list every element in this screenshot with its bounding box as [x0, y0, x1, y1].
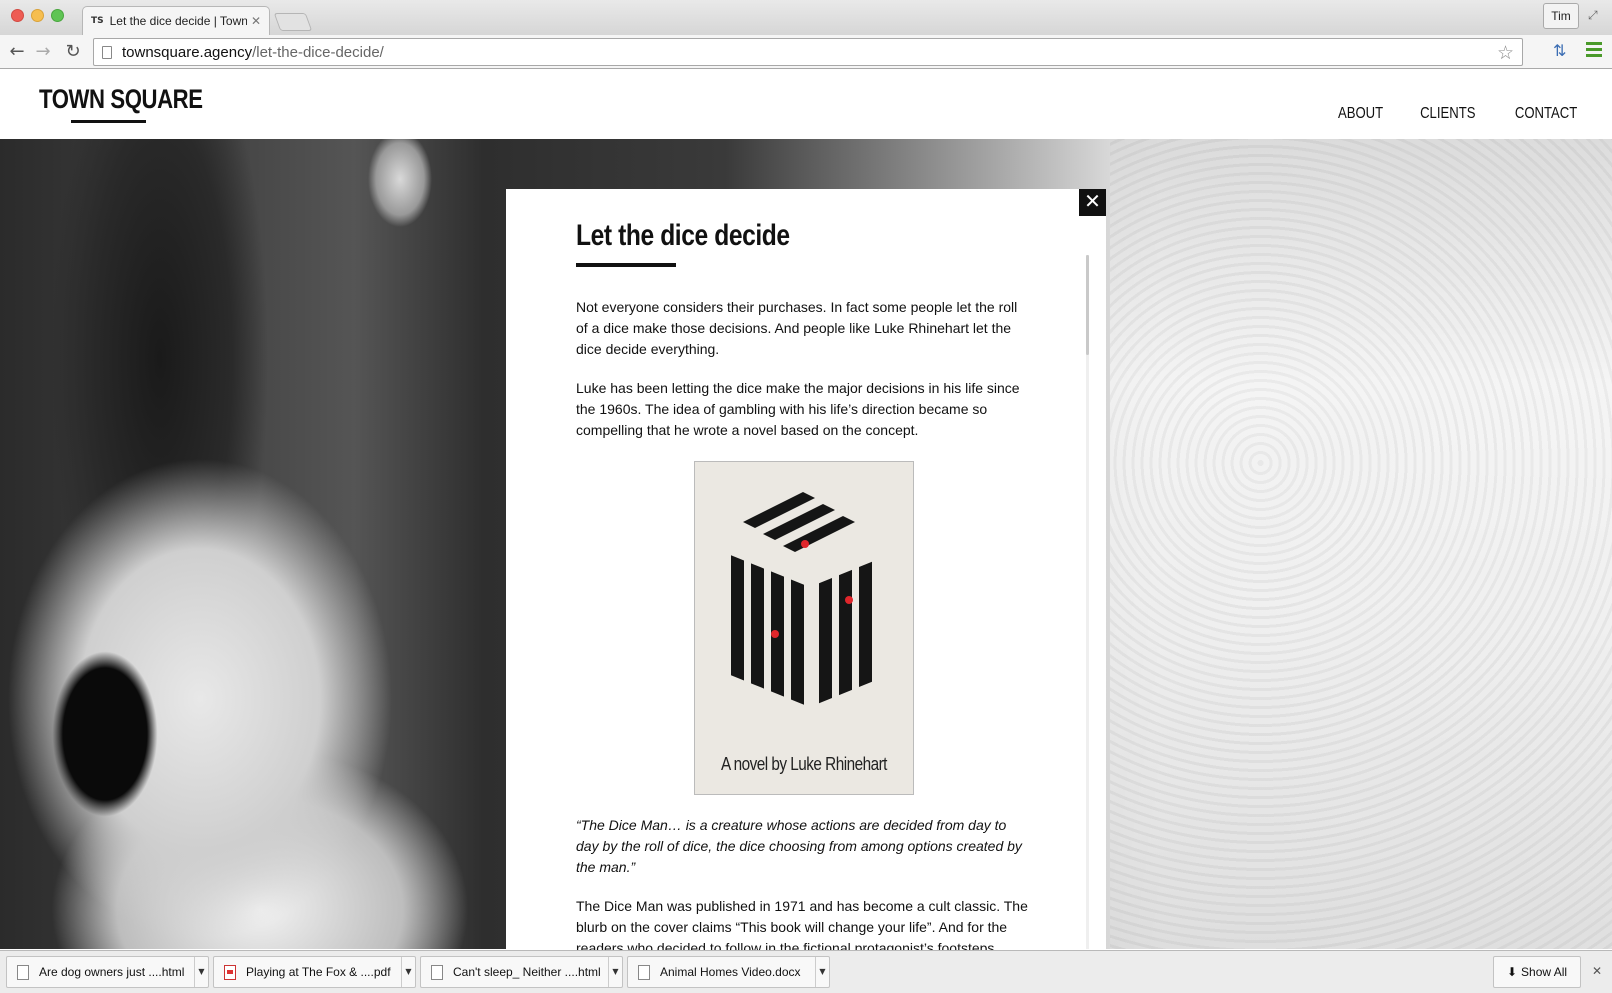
download-item[interactable]: Playing at The Fox & ....pdf ▼	[213, 956, 416, 988]
logo-underline	[71, 120, 146, 123]
book-cover-image: A novel by Luke Rhinehart	[693, 461, 914, 795]
url-host: townsquare.agency	[122, 43, 253, 61]
dice-pip	[844, 596, 853, 604]
url-path: /let-the-dice-decide/	[252, 43, 384, 61]
download-filename: Animal Homes Video.docx	[660, 965, 801, 979]
download-filename: Playing at The Fox & ....pdf	[246, 965, 391, 979]
browser-toolbar: ← → ↻ townsquare.agency/let-the-dice-dec…	[0, 35, 1612, 69]
close-downloads-icon[interactable]: ✕	[1592, 964, 1602, 978]
chevron-down-icon[interactable]: ▼	[194, 957, 208, 987]
hero-texture	[1110, 139, 1612, 949]
download-filename: Can't sleep_ Neither ....html	[453, 965, 601, 979]
tab-close-icon[interactable]: ✕	[251, 14, 261, 28]
article-title: Let the dice decide	[576, 219, 790, 252]
back-arrow-icon[interactable]: ←	[6, 41, 28, 62]
show-all-downloads-button[interactable]: ⬇ Show All	[1493, 956, 1581, 988]
site-favicon-icon: TS	[91, 16, 104, 26]
article-quote: “The Dice Man… is a creature whose actio…	[576, 817, 1022, 875]
download-item[interactable]: Are dog owners just ....html ▼	[6, 956, 209, 988]
profile-button[interactable]: Tim	[1543, 3, 1579, 29]
article-content: Let the dice decide Not everyone conside…	[576, 219, 1031, 959]
site-logo[interactable]: TOWN SQUARE	[39, 84, 203, 115]
download-filename: Are dog owners just ....html	[39, 965, 185, 979]
html-file-icon	[17, 965, 29, 980]
dice-pip	[800, 540, 809, 548]
download-arrow-icon: ⬇	[1506, 965, 1518, 979]
cover-caption: A novel by Luke Rhinehart	[720, 754, 887, 774]
translate-extension-icon[interactable]: ⇅	[1553, 41, 1566, 60]
download-item[interactable]: Animal Homes Video.docx ▼	[627, 956, 830, 988]
title-rule	[576, 263, 676, 267]
browser-tab-strip: TS Let the dice decide | Town ✕ Tim ⤢	[0, 0, 1612, 35]
browser-menu-icon[interactable]	[1586, 42, 1602, 60]
modal-scrollbar[interactable]	[1086, 255, 1089, 355]
modal-scroll-track	[1086, 255, 1089, 949]
nav-contact[interactable]: CONTACT	[1515, 105, 1577, 123]
html-file-icon	[431, 965, 443, 980]
article-paragraph: Not everyone considers their purchases. …	[576, 299, 1018, 357]
nav-about[interactable]: ABOUT	[1338, 105, 1383, 123]
chevron-down-icon[interactable]: ▼	[401, 957, 415, 987]
close-icon[interactable]: ✕	[1079, 189, 1106, 216]
reload-icon[interactable]: ↻	[62, 41, 84, 62]
dice-pip	[770, 630, 779, 638]
site-header: TOWN SQUARE ABOUT CLIENTS CONTACT	[0, 70, 1612, 139]
address-bar[interactable]: townsquare.agency/let-the-dice-decide/ ☆	[93, 38, 1523, 66]
nav-clients[interactable]: CLIENTS	[1420, 105, 1475, 123]
pdf-file-icon	[224, 965, 236, 980]
article-paragraph: Luke has been letting the dice make the …	[576, 380, 1020, 438]
fullscreen-icon[interactable]: ⤢	[1588, 8, 1598, 23]
chevron-down-icon[interactable]: ▼	[608, 957, 622, 987]
dice-cube-art	[730, 492, 872, 705]
downloads-bar: Are dog owners just ....html ▼ Playing a…	[0, 950, 1612, 993]
window-minimize-button[interactable]	[31, 9, 44, 22]
browser-tab[interactable]: TS Let the dice decide | Town ✕	[82, 6, 270, 35]
window-close-button[interactable]	[11, 9, 24, 22]
main-nav: ABOUT CLIENTS CONTACT	[1333, 105, 1584, 123]
window-zoom-button[interactable]	[51, 9, 64, 22]
page-icon	[102, 45, 112, 59]
show-all-label: Show All	[1521, 965, 1568, 979]
forward-arrow-icon[interactable]: →	[32, 41, 54, 62]
bookmark-star-icon[interactable]: ☆	[1497, 42, 1514, 64]
docx-file-icon	[638, 965, 650, 980]
new-tab-button[interactable]	[273, 13, 313, 31]
tab-title: Let the dice decide | Town	[109, 14, 247, 28]
chevron-down-icon[interactable]: ▼	[815, 957, 829, 987]
download-item[interactable]: Can't sleep_ Neither ....html ▼	[420, 956, 623, 988]
